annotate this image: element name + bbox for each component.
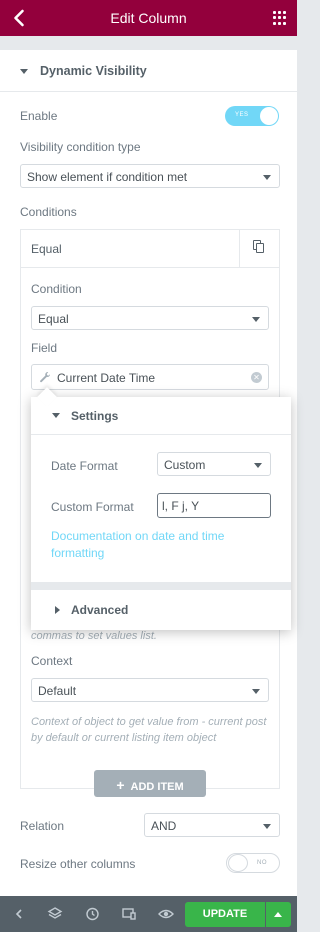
dynamic-visibility-section-header[interactable]: Dynamic Visibility [0, 50, 297, 92]
resize-columns-toggle[interactable]: NO [226, 853, 280, 873]
enable-label: Enable [20, 109, 58, 123]
field-settings-popover: Settings Date Format Custom Custom Forma… [31, 387, 291, 630]
field-value: Current Date Time [57, 371, 156, 385]
relation-value: AND [151, 819, 177, 833]
enable-toggle[interactable]: YES [225, 106, 279, 126]
responsive-icon[interactable] [120, 905, 138, 923]
condition-item-header[interactable]: Equal [21, 230, 279, 268]
advanced-title: Advanced [71, 603, 129, 617]
settings-section-header[interactable]: Settings [31, 397, 291, 435]
popover-divider [31, 582, 291, 590]
caret-right-icon [55, 606, 60, 614]
advanced-section-header[interactable]: Advanced [31, 590, 291, 630]
editor-header: Edit Column [0, 0, 297, 36]
values-hint: commas to set values list. [31, 630, 157, 642]
documentation-link[interactable]: Documentation on date and time formattin… [51, 528, 261, 562]
editor-footer: UPDATE [0, 896, 297, 932]
caret-up-icon [274, 912, 282, 917]
apps-grid-icon[interactable] [273, 11, 287, 25]
condition-label: Condition [31, 282, 82, 296]
update-options-button[interactable] [266, 902, 291, 927]
layers-icon[interactable] [46, 905, 64, 923]
resize-toggle-text: NO [257, 860, 267, 866]
history-icon[interactable] [83, 905, 101, 923]
add-item-button[interactable]: + ADD ITEM [94, 770, 206, 797]
duplicate-icon[interactable] [239, 230, 279, 267]
date-format-value: Custom [164, 458, 206, 472]
conditions-label: Conditions [20, 205, 77, 219]
context-select[interactable]: Default [31, 678, 269, 702]
toggle-knob [260, 107, 278, 125]
condition-item-title: Equal [31, 242, 62, 256]
update-button[interactable]: UPDATE [185, 902, 265, 927]
panel-title: Edit Column [110, 10, 187, 26]
condition-value: Equal [38, 312, 69, 326]
settings-title: Settings [71, 409, 119, 423]
context-value: Default [38, 684, 77, 698]
context-hint: Context of object to get value from - cu… [31, 716, 267, 744]
caret-down-icon [52, 413, 60, 418]
field-label: Field [31, 341, 58, 355]
field-dynamic-input[interactable]: Current Date Time ✕ [31, 364, 269, 390]
eye-icon[interactable] [157, 905, 175, 923]
section-title: Dynamic Visibility [40, 64, 147, 78]
chevron-down-icon [252, 317, 260, 322]
wrench-icon [39, 371, 51, 386]
date-format-select[interactable]: Custom [157, 452, 271, 476]
resize-columns-label: Resize other columns [20, 857, 136, 871]
enable-toggle-text: YES [235, 112, 249, 118]
relation-select[interactable]: AND [144, 813, 280, 837]
toggle-knob [228, 854, 248, 872]
custom-format-label: Custom Format [51, 500, 134, 514]
relation-label: Relation [20, 819, 65, 833]
chevron-down-icon [263, 175, 271, 180]
plus-icon: + [116, 777, 125, 793]
chevron-down-icon [263, 824, 271, 829]
context-label: Context [31, 654, 73, 668]
condition-select[interactable]: Equal [31, 306, 269, 330]
panel-top-strip [0, 36, 297, 50]
visibility-type-label: Visibility condition type [20, 140, 141, 154]
date-format-label: Date Format [51, 459, 118, 473]
add-item-label: ADD ITEM [130, 781, 184, 793]
caret-down-icon [20, 69, 28, 74]
custom-format-input[interactable]: l, F j, Y [157, 493, 271, 518]
visibility-type-select[interactable]: Show element if condition met [20, 164, 280, 188]
chevron-down-icon [254, 463, 262, 468]
chevron-left-icon[interactable] [10, 905, 28, 923]
clear-icon[interactable]: ✕ [251, 372, 262, 383]
visibility-type-value: Show element if condition met [27, 170, 188, 184]
chevron-down-icon [252, 689, 260, 694]
